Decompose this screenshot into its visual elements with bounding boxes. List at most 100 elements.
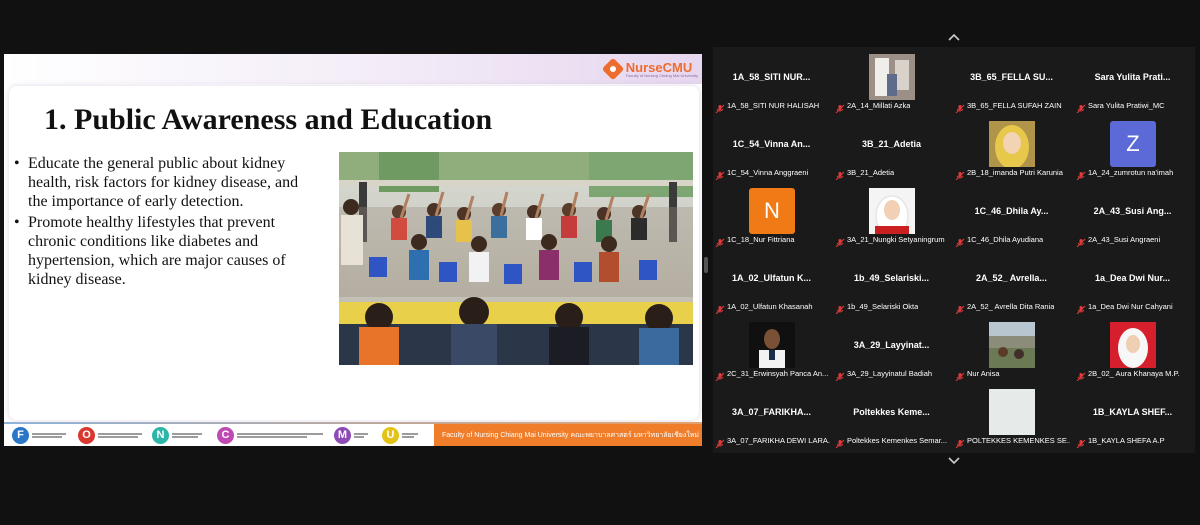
- participant-display-name: 1B_KAYLA SHEF...: [1092, 407, 1173, 417]
- slide-bullet-list: Educate the general public about kidney …: [14, 154, 319, 291]
- mic-muted-icon: [835, 101, 845, 113]
- participant-tile[interactable]: 3A_07_FARIKHA... 3A_07_FARIKHA DEWI LARA.…: [713, 382, 830, 448]
- mic-muted-icon: [715, 302, 725, 314]
- participant-tile[interactable]: 2A_14_Millati Azka: [833, 47, 950, 113]
- participant-label-bar: Sara Yulita Pratiwi_MC: [1076, 100, 1191, 113]
- participant-label-bar: 1B_KAYLA SHEFA A.P: [1076, 435, 1191, 448]
- participant-label-bar: 1b_49_Selariski Okta: [835, 301, 950, 314]
- footer-badge-u: U: [382, 425, 418, 445]
- participant-name-label: 2A_43_Susi Angraeni: [1088, 235, 1161, 244]
- participant-label-bar: 3A_21_Nungki Setyaningrum: [835, 234, 950, 247]
- participant-name-label: 3A_07_FARIKHA DEWI LARA...: [727, 436, 830, 445]
- participant-tile[interactable]: Nur Anisa: [953, 315, 1070, 381]
- participant-display-name: Poltekkes Keme...: [853, 407, 930, 417]
- participant-name-label: 1b_49_Selariski Okta: [847, 302, 919, 311]
- participant-name-label: 1A_24_zumrotun na'imah: [1088, 168, 1174, 177]
- participant-display-name: 3A_07_FARIKHA...: [731, 407, 812, 417]
- participant-display-name: 3B_65_FELLA SU...: [970, 72, 1053, 82]
- participant-tile[interactable]: Poltekkes Keme... Poltekkes Kemenkes Sema…: [833, 382, 950, 448]
- mic-muted-icon: [955, 302, 965, 314]
- mic-muted-icon: [955, 235, 965, 247]
- mic-muted-icon: [955, 436, 965, 448]
- participant-gallery: 1A_58_SITI NUR... 1A_58_SITI NUR HALISAH 2…: [713, 47, 1195, 453]
- participant-label-bar: 1a_Dea Dwi Nur Cahyani: [1076, 301, 1191, 314]
- participant-tile[interactable]: 1A_58_SITI NUR... 1A_58_SITI NUR HALISAH: [713, 47, 830, 113]
- mic-muted-icon: [955, 369, 965, 381]
- participant-display-name: 1C_46_Dhila Ay...: [974, 206, 1049, 216]
- mic-muted-icon: [835, 168, 845, 180]
- mic-muted-icon: [1076, 235, 1086, 247]
- shared-screen-slide: NurseCMU Faculty of Nursing Chiang Mai U…: [4, 54, 702, 446]
- avatar: [869, 54, 915, 100]
- participant-label-bar: 2C_31_Erwinsyah Panca An...: [715, 368, 830, 381]
- participant-tile[interactable]: 2A_52_ Avrella... 2A_52_ Avrella Dita Ran…: [953, 248, 1070, 314]
- nursecmu-logo: NurseCMU Faculty of Nursing Chiang Mai U…: [602, 56, 698, 82]
- participant-tile[interactable]: 3A_21_Nungki Setyaningrum: [833, 181, 950, 247]
- participant-name-label: 3A_21_Nungki Setyaningrum: [847, 235, 945, 244]
- mic-muted-icon: [715, 436, 725, 448]
- participant-display-name: 1a_Dea Dwi Nur...: [1094, 273, 1171, 283]
- participant-display-name: 1C_54_Vinna An...: [732, 139, 811, 149]
- mic-muted-icon: [835, 235, 845, 247]
- slide-bullet: Educate the general public about kidney …: [14, 154, 319, 211]
- participant-name-label: 2A_14_Millati Azka: [847, 101, 911, 110]
- participant-label-bar: 3A_29_Layyinatul Badiah: [835, 368, 950, 381]
- participant-name-label: 1A_58_SITI NUR HALISAH: [727, 101, 820, 110]
- community-meeting-photo: [339, 152, 693, 365]
- participant-tile[interactable]: 1b_49_Selariski... 1b_49_Selariski Okta: [833, 248, 950, 314]
- mic-muted-icon: [715, 101, 725, 113]
- footer-badge-o: O: [78, 425, 142, 445]
- participant-tile[interactable]: 3B_65_FELLA SU... 3B_65_FELLA SUFAH ZAIN: [953, 47, 1070, 113]
- participant-tile[interactable]: 3A_29_Layyinat... 3A_29_Layyinatul Badiah: [833, 315, 950, 381]
- participant-name-label: 2A_52_ Avrella Dita Rania: [967, 302, 1055, 311]
- participant-name-label: Poltekkes Kemenkes Semar...: [847, 436, 948, 445]
- participant-display-name: 2A_43_Susi Ang...: [1093, 206, 1172, 216]
- gallery-page-up-button[interactable]: [946, 30, 962, 44]
- mic-muted-icon: [955, 101, 965, 113]
- participant-name-label: 2B_18_imanda Putri Karunia: [967, 168, 1063, 177]
- participant-label-bar: 3B_21_Adetia: [835, 167, 950, 180]
- mic-muted-icon: [1076, 369, 1086, 381]
- participant-tile[interactable]: 2B_18_imanda Putri Karunia: [953, 114, 1070, 180]
- avatar: [989, 389, 1035, 435]
- participant-label-bar: 1A_24_zumrotun na'imah: [1076, 167, 1191, 180]
- avatar: [1110, 322, 1156, 368]
- chevron-up-icon: [948, 33, 960, 41]
- participant-tile[interactable]: 1a_Dea Dwi Nur... 1a_Dea Dwi Nur Cahyani: [1074, 248, 1191, 314]
- gallery-page-down-button[interactable]: [946, 454, 962, 468]
- participant-label-bar: 1C_46_Dhila Ayudiana: [955, 234, 1070, 247]
- participant-name-label: Sara Yulita Pratiwi_MC: [1088, 101, 1165, 110]
- slide-footer: F O N C M U Faculty of Nursing Chiang Ma…: [4, 422, 702, 446]
- participant-label-bar: 1A_58_SITI NUR HALISAH: [715, 100, 830, 113]
- mic-muted-icon: [835, 369, 845, 381]
- avatar: [869, 188, 915, 234]
- participant-tile[interactable]: POLTEKKES KEMENKES SE...: [953, 382, 1070, 448]
- participant-name-label: 1a_Dea Dwi Nur Cahyani: [1088, 302, 1173, 311]
- avatar: Z: [1110, 121, 1156, 167]
- mic-muted-icon: [1076, 101, 1086, 113]
- logo-subtitle: Faculty of Nursing Chiang Mai University: [625, 72, 698, 78]
- participant-tile[interactable]: 2A_43_Susi Ang... 2A_43_Susi Angraeni: [1074, 181, 1191, 247]
- panel-resize-handle[interactable]: [704, 257, 708, 273]
- participant-name-label: POLTEKKES KEMENKES SE...: [967, 436, 1070, 445]
- mic-muted-icon: [1076, 168, 1086, 180]
- participant-name-label: 1C_46_Dhila Ayudiana: [967, 235, 1044, 244]
- participant-tile[interactable]: Sara Yulita Prati... Sara Yulita Pratiwi_…: [1074, 47, 1191, 113]
- participant-tile[interactable]: 2B_02_ Aura Khanaya M.P.: [1074, 315, 1191, 381]
- participant-tile[interactable]: 1C_46_Dhila Ay... 1C_46_Dhila Ayudiana: [953, 181, 1070, 247]
- mic-muted-icon: [715, 168, 725, 180]
- participant-tile[interactable]: Z 1A_24_zumrotun na'imah: [1074, 114, 1191, 180]
- participant-label-bar: 2B_02_ Aura Khanaya M.P.: [1076, 368, 1191, 381]
- slide-bullet: Promote healthy lifestyles that prevent …: [14, 213, 319, 289]
- footer-badge-c: C: [217, 425, 323, 445]
- avatar: [989, 322, 1035, 368]
- participant-tile[interactable]: 1C_54_Vinna An... 1C_54_Vinna Anggraeni: [713, 114, 830, 180]
- participant-tile[interactable]: 2C_31_Erwinsyah Panca An...: [713, 315, 830, 381]
- participant-name-label: 3B_21_Adetia: [847, 168, 895, 177]
- participant-tile[interactable]: N 1C_18_Nur Fittriana: [713, 181, 830, 247]
- participant-tile[interactable]: 3B_21_Adetia 3B_21_Adetia: [833, 114, 950, 180]
- participant-tile[interactable]: 1B_KAYLA SHEF... 1B_KAYLA SHEFA A.P: [1074, 382, 1191, 448]
- participant-tile[interactable]: 1A_02_Ulfatun K... 1A_02_Ulfatun Khasanah: [713, 248, 830, 314]
- participant-label-bar: 2A_52_ Avrella Dita Rania: [955, 301, 1070, 314]
- mic-muted-icon: [835, 436, 845, 448]
